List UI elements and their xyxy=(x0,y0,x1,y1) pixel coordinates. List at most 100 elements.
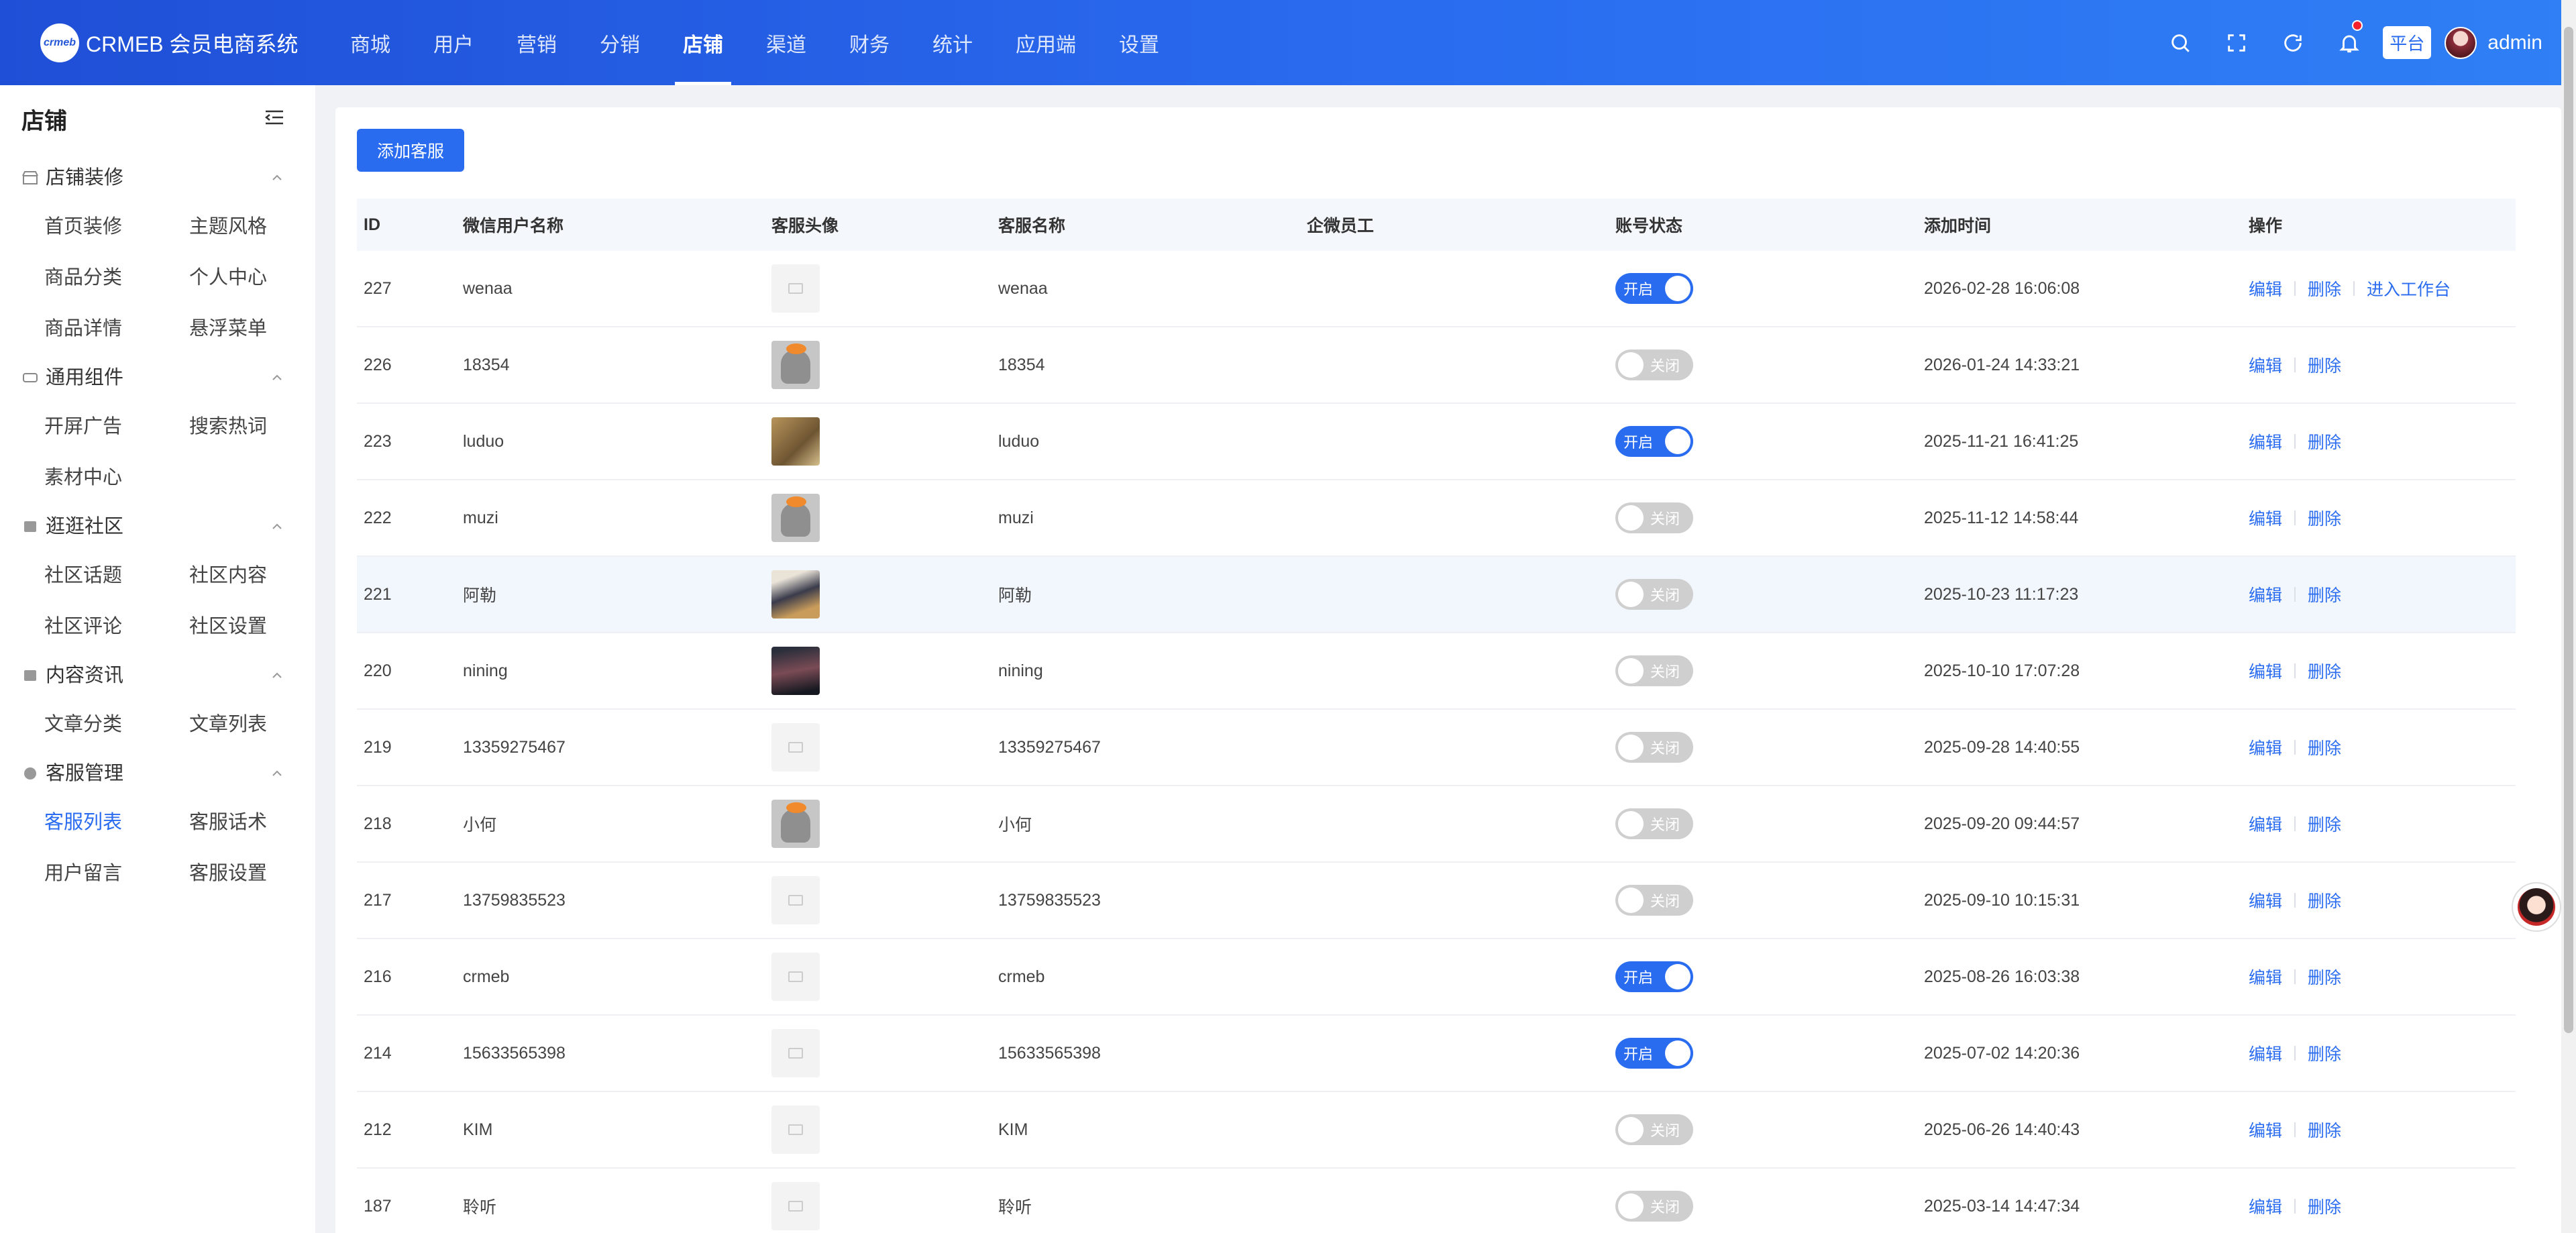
topnav-item[interactable]: 营销 xyxy=(495,0,578,85)
workbench-link[interactable]: 进入工作台 xyxy=(2367,276,2451,301)
sidebar-item[interactable]: 主题风格 xyxy=(189,199,334,250)
sidebar-item[interactable]: 商品详情 xyxy=(44,301,189,352)
topnav-item[interactable]: 渠道 xyxy=(745,0,828,85)
delete-link[interactable]: 删除 xyxy=(2308,659,2341,683)
sidebar-item[interactable]: 悬浮菜单 xyxy=(189,301,334,352)
status-toggle[interactable]: 开启 xyxy=(1615,273,1693,304)
sidebar-item[interactable]: 客服列表 xyxy=(44,795,189,846)
topnav-item[interactable]: 用户 xyxy=(412,0,495,85)
scrollbar-thumb[interactable] xyxy=(2564,27,2573,1033)
status-toggle[interactable]: 关闭 xyxy=(1615,1191,1693,1222)
sidebar-item[interactable]: 文章列表 xyxy=(189,697,334,748)
delete-link[interactable]: 删除 xyxy=(2308,582,2341,606)
delete-link[interactable]: 删除 xyxy=(2308,506,2341,530)
topnav-item[interactable]: 财务 xyxy=(828,0,911,85)
service-avatar[interactable] xyxy=(771,341,820,389)
topnav-item[interactable]: 设置 xyxy=(1097,0,1181,85)
floating-service-avatar[interactable] xyxy=(2512,882,2561,932)
sidebar-item[interactable]: 文章分类 xyxy=(44,697,189,748)
service-avatar[interactable] xyxy=(771,1106,820,1154)
edit-link[interactable]: 编辑 xyxy=(2249,506,2282,530)
topnav-item[interactable]: 分销 xyxy=(578,0,661,85)
sidebar-item[interactable]: 用户留言 xyxy=(44,846,189,897)
delete-link[interactable]: 删除 xyxy=(2308,1118,2341,1142)
delete-link[interactable]: 删除 xyxy=(2308,353,2341,377)
delete-link[interactable]: 删除 xyxy=(2308,429,2341,453)
status-toggle[interactable]: 关闭 xyxy=(1615,732,1693,763)
bell-icon[interactable] xyxy=(2321,0,2377,85)
status-toggle[interactable]: 开启 xyxy=(1615,1038,1693,1069)
delete-link[interactable]: 删除 xyxy=(2308,888,2341,912)
username[interactable]: admin xyxy=(2487,32,2542,54)
topnav-item[interactable]: 店铺 xyxy=(661,0,745,85)
sidebar-item[interactable]: 客服话术 xyxy=(189,795,334,846)
edit-link[interactable]: 编辑 xyxy=(2249,1118,2282,1142)
status-toggle[interactable]: 关闭 xyxy=(1615,885,1693,916)
sidebar-section-header[interactable]: 客服管理 xyxy=(0,748,315,795)
status-toggle[interactable]: 关闭 xyxy=(1615,655,1693,686)
sidebar-item[interactable]: 首页装修 xyxy=(44,199,189,250)
sidebar-section-header[interactable]: 逛逛社区 xyxy=(0,501,315,548)
sidebar-item[interactable]: 搜索热词 xyxy=(189,399,334,450)
edit-link[interactable]: 编辑 xyxy=(2249,735,2282,759)
collapse-menu-icon[interactable] xyxy=(264,109,284,129)
edit-link[interactable]: 编辑 xyxy=(2249,659,2282,683)
status-toggle[interactable]: 关闭 xyxy=(1615,350,1693,380)
sidebar-item[interactable]: 素材中心 xyxy=(44,450,189,501)
status-toggle[interactable]: 关闭 xyxy=(1615,502,1693,533)
delete-link[interactable]: 删除 xyxy=(2308,1041,2341,1065)
refresh-icon[interactable] xyxy=(2265,0,2321,85)
platform-tag[interactable]: 平台 xyxy=(2383,26,2432,59)
edit-link[interactable]: 编辑 xyxy=(2249,429,2282,453)
delete-link[interactable]: 删除 xyxy=(2308,812,2341,836)
sidebar-item[interactable]: 商品分类 xyxy=(44,250,189,301)
edit-link[interactable]: 编辑 xyxy=(2249,582,2282,606)
status-toggle[interactable]: 关闭 xyxy=(1615,808,1693,839)
edit-link[interactable]: 编辑 xyxy=(2249,353,2282,377)
service-avatar[interactable] xyxy=(771,264,820,313)
service-avatar[interactable] xyxy=(771,800,820,848)
delete-link[interactable]: 删除 xyxy=(2308,1194,2341,1218)
service-avatar[interactable] xyxy=(771,1182,820,1230)
edit-link[interactable]: 编辑 xyxy=(2249,888,2282,912)
service-avatar[interactable] xyxy=(771,647,820,695)
service-avatar[interactable] xyxy=(771,1029,820,1077)
edit-link[interactable]: 编辑 xyxy=(2249,276,2282,301)
user-avatar[interactable] xyxy=(2445,26,2477,59)
service-avatar[interactable] xyxy=(771,876,820,924)
sidebar-item[interactable]: 开屏广告 xyxy=(44,399,189,450)
delete-link[interactable]: 删除 xyxy=(2308,735,2341,759)
service-avatar[interactable] xyxy=(771,723,820,771)
delete-link[interactable]: 删除 xyxy=(2308,965,2341,989)
sidebar-section-header[interactable]: 通用组件 xyxy=(0,352,315,399)
topnav-item[interactable]: 商城 xyxy=(329,0,412,85)
search-icon[interactable] xyxy=(2152,0,2208,85)
service-avatar[interactable] xyxy=(771,953,820,1001)
topnav-item[interactable]: 应用端 xyxy=(994,0,1097,85)
edit-link[interactable]: 编辑 xyxy=(2249,812,2282,836)
page-scrollbar[interactable] xyxy=(2561,0,2576,1233)
fullscreen-icon[interactable] xyxy=(2208,0,2265,85)
service-avatar[interactable] xyxy=(771,417,820,466)
sidebar-item[interactable]: 社区评论 xyxy=(44,599,189,650)
app-logo[interactable]: crmeb CRMEB 会员电商系统 xyxy=(40,23,329,62)
add-service-button[interactable]: 添加客服 xyxy=(357,129,464,172)
status-toggle[interactable]: 开启 xyxy=(1615,426,1693,457)
sidebar-item[interactable]: 社区内容 xyxy=(189,548,334,599)
edit-link[interactable]: 编辑 xyxy=(2249,965,2282,989)
sidebar-section-header[interactable]: 店铺装修 xyxy=(0,152,315,199)
edit-link[interactable]: 编辑 xyxy=(2249,1041,2282,1065)
edit-link[interactable]: 编辑 xyxy=(2249,1194,2282,1218)
sidebar-item[interactable]: 社区设置 xyxy=(189,599,334,650)
delete-link[interactable]: 删除 xyxy=(2308,276,2341,301)
topnav-item[interactable]: 统计 xyxy=(911,0,994,85)
status-toggle[interactable]: 开启 xyxy=(1615,961,1693,992)
sidebar-section-header[interactable]: 内容资讯 xyxy=(0,650,315,697)
sidebar-item[interactable]: 社区话题 xyxy=(44,548,189,599)
sidebar-item[interactable]: 客服设置 xyxy=(189,846,334,897)
sidebar-item[interactable]: 个人中心 xyxy=(189,250,334,301)
status-toggle[interactable]: 关闭 xyxy=(1615,579,1693,610)
service-avatar[interactable] xyxy=(771,494,820,542)
status-toggle[interactable]: 关闭 xyxy=(1615,1114,1693,1145)
service-avatar[interactable] xyxy=(771,570,820,619)
